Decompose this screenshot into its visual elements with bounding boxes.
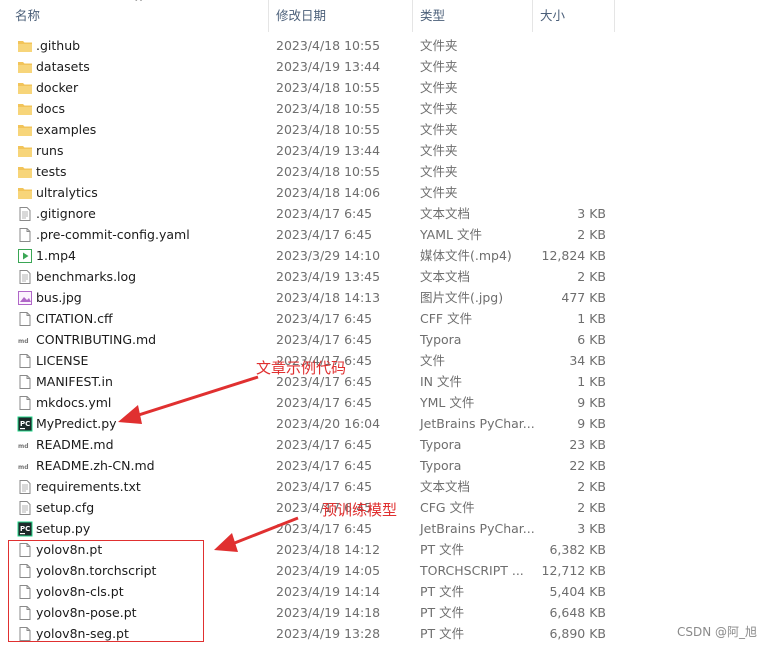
arrow-to-mypredict [125, 375, 259, 421]
arrow-to-models [231, 516, 299, 546]
annotation-pretrained-models: 预训练模型 [322, 501, 398, 519]
annotation-arrows [118, 375, 299, 552]
annotation-example-code: 文章示例代码 [256, 359, 347, 377]
watermark: CSDN @阿_旭 [676, 625, 757, 639]
arrow-head-mypredict [118, 405, 142, 424]
arrow-head-models [214, 533, 238, 552]
